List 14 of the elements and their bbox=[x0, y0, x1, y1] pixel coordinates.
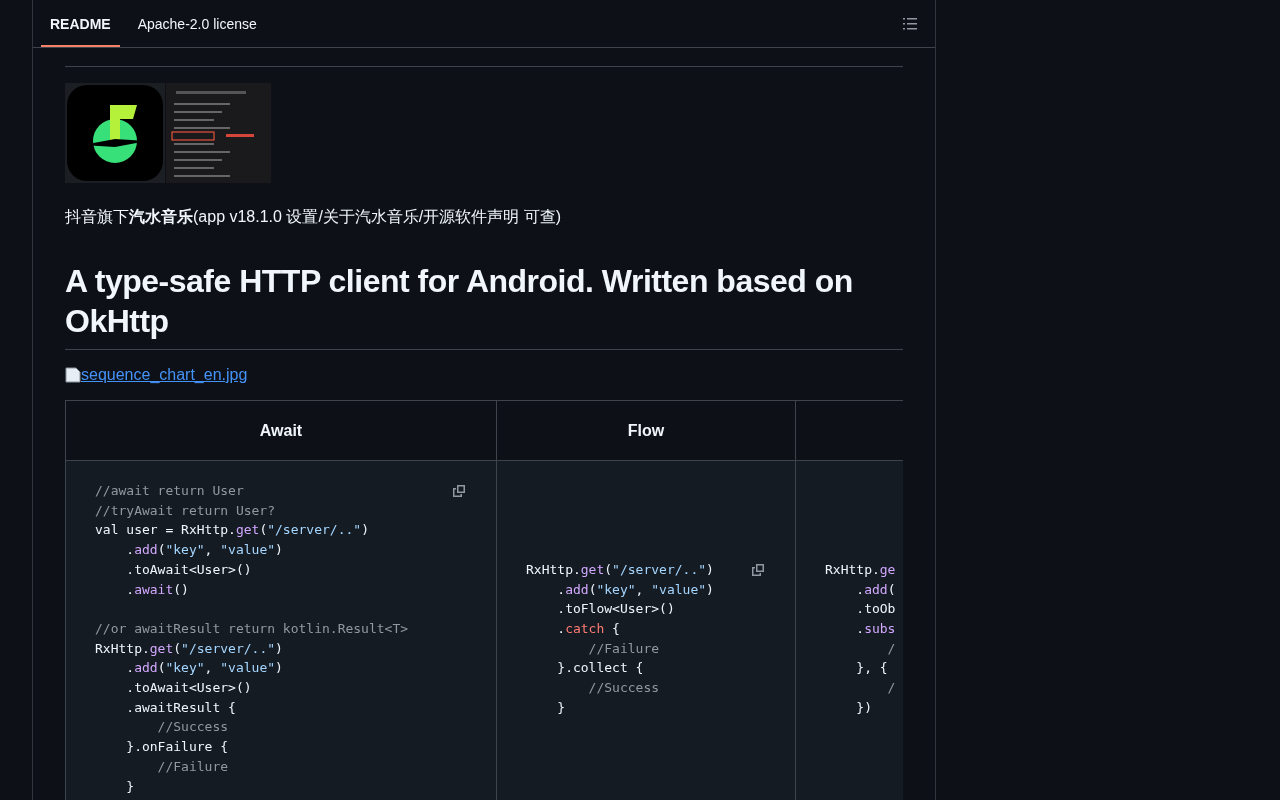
column-header: Flow bbox=[496, 400, 796, 461]
code-text: RxHttp.get("/server/..") .add("key", "value") .toFlow<User>() .catch { //Failure }.collect { //Success } bbox=[526, 560, 714, 717]
column-header: Await bbox=[65, 400, 497, 461]
code-text: RxHttp.ge .add( .toOb .subs / }, { / }) bbox=[825, 560, 896, 717]
section-heading: A type-safe HTTP client for Android. Written based on OkHttp bbox=[65, 262, 854, 341]
copy-icon[interactable] bbox=[750, 561, 766, 578]
image-link[interactable]: sequence_chart_en.jpg bbox=[81, 366, 248, 384]
tab[interactable]: README bbox=[41, 2, 120, 47]
list-icon[interactable] bbox=[902, 15, 918, 32]
caption-text: 抖音旗下汽水音乐(app v18.1.0 设置/关于汽水音乐/开源软件声明 可查) bbox=[65, 207, 563, 227]
tab[interactable]: Apache-2.0 license bbox=[128, 2, 266, 47]
broken-image-icon bbox=[65, 367, 81, 383]
code-text: //await return User //tryAwait return User? val user = RxHttp.get("/server/..") .add("key", "value") .toAwait<User>() .await() //or awaitResult return kotlin.Result<T> RxHttp.get("/server/..") .add("key", "value") .toAwait<User>() .awaitResult { //Success }.onFailure { //Failure } bbox=[95, 482, 409, 796]
copy-icon[interactable] bbox=[451, 483, 467, 499]
